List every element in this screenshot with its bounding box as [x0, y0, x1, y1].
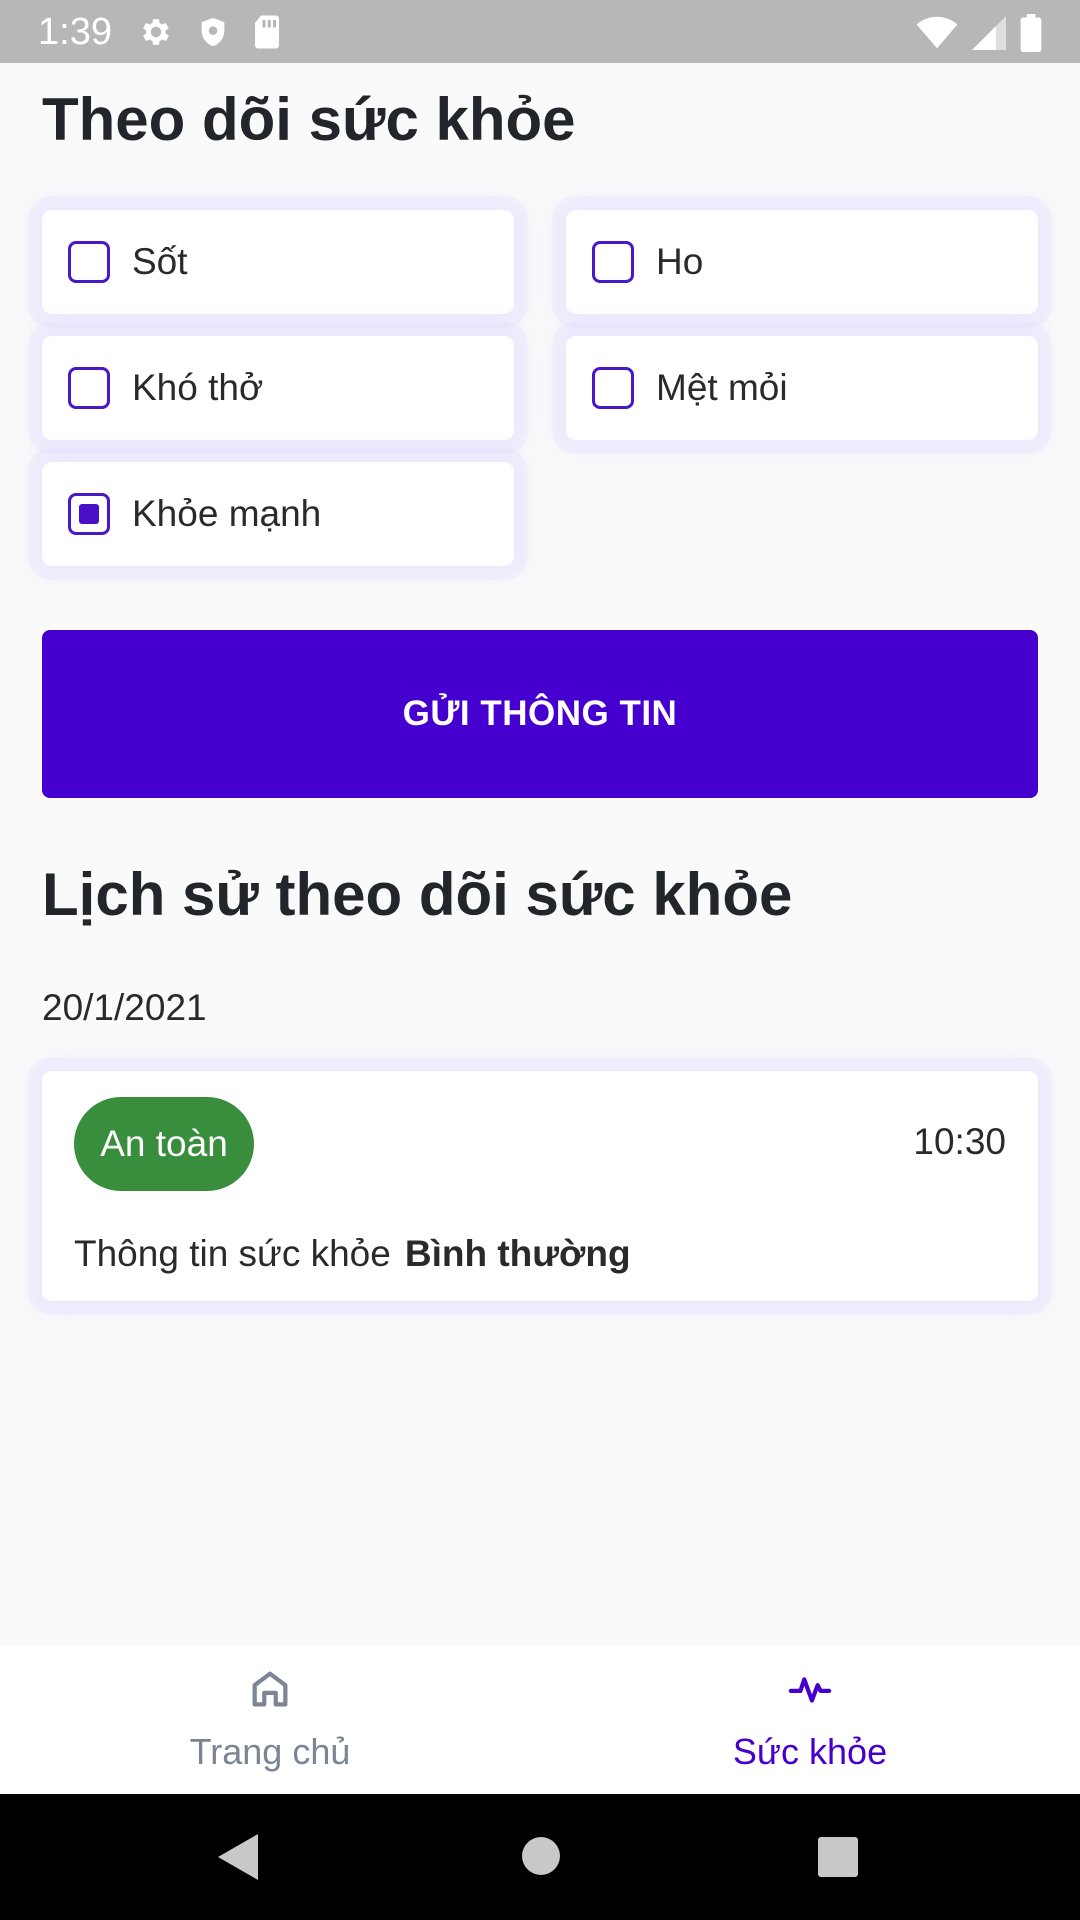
nav-label: Sức khỏe [732, 1731, 888, 1772]
nav-label: Trang chủ [189, 1731, 351, 1772]
home-icon [247, 1666, 293, 1717]
symptom-cough[interactable]: Ho [566, 210, 1038, 314]
status-time: 1:39 [38, 11, 112, 53]
nav-item-health[interactable]: Sức khỏe [540, 1646, 1080, 1794]
recents-icon[interactable] [818, 1837, 858, 1882]
home-button-icon[interactable] [520, 1835, 562, 1882]
symptom-shortness-of-breath[interactable]: Khó thở [42, 336, 514, 440]
symptom-checklist: Sốt Ho Khó thở Mệt mỏi Khỏe mạnh [16, 190, 1064, 590]
symptom-label: Ho [656, 241, 704, 282]
checkbox[interactable] [592, 241, 634, 283]
symptom-label: Khó thở [132, 367, 264, 408]
health-info: Thông tin sức khỏe Bình thường [74, 1231, 631, 1277]
history-date: 20/1/2021 [42, 987, 207, 1028]
checkbox[interactable] [68, 241, 110, 283]
system-nav-bar [0, 1794, 1080, 1920]
pulse-icon [787, 1666, 833, 1717]
symptom-fatigue[interactable]: Mệt mỏi [566, 336, 1038, 440]
bottom-nav: Trang chủ Sức khỏe [0, 1646, 1080, 1794]
symptom-label: Mệt mỏi [656, 367, 788, 408]
shield-icon [196, 14, 230, 50]
symptom-fever[interactable]: Sốt [42, 210, 514, 314]
submit-button[interactable]: GỬI THÔNG TIN [42, 630, 1038, 798]
history-time: 10:30 [913, 1121, 1006, 1162]
status-system-icons [916, 14, 1042, 52]
sd-card-icon [252, 14, 282, 50]
history-card[interactable]: An toàn 10:30 Thông tin sức khỏe Bình thư… [42, 1071, 1038, 1301]
wifi-icon [916, 16, 958, 50]
status-notification-icons [138, 14, 282, 50]
checkbox-checked[interactable] [68, 493, 110, 535]
health-info-label: Thông tin sức khỏe [74, 1233, 391, 1274]
cell-signal-icon [972, 16, 1006, 50]
symptom-label: Sốt [132, 241, 188, 282]
settings-icon [138, 14, 174, 50]
back-icon[interactable] [214, 1832, 260, 1887]
page-title: Theo dõi sức khỏe [42, 86, 576, 153]
symptom-healthy[interactable]: Khỏe mạnh [42, 462, 514, 566]
status-badge: An toàn [74, 1097, 254, 1191]
symptom-label: Khỏe mạnh [132, 493, 322, 534]
status-bar: 1:39 [0, 0, 1080, 63]
checkbox[interactable] [592, 367, 634, 409]
battery-icon [1020, 14, 1042, 52]
health-info-value: Bình thường [404, 1233, 631, 1274]
history-title: Lịch sử theo dõi sức khỏe [42, 861, 793, 928]
checkbox[interactable] [68, 367, 110, 409]
nav-item-home[interactable]: Trang chủ [0, 1646, 540, 1794]
